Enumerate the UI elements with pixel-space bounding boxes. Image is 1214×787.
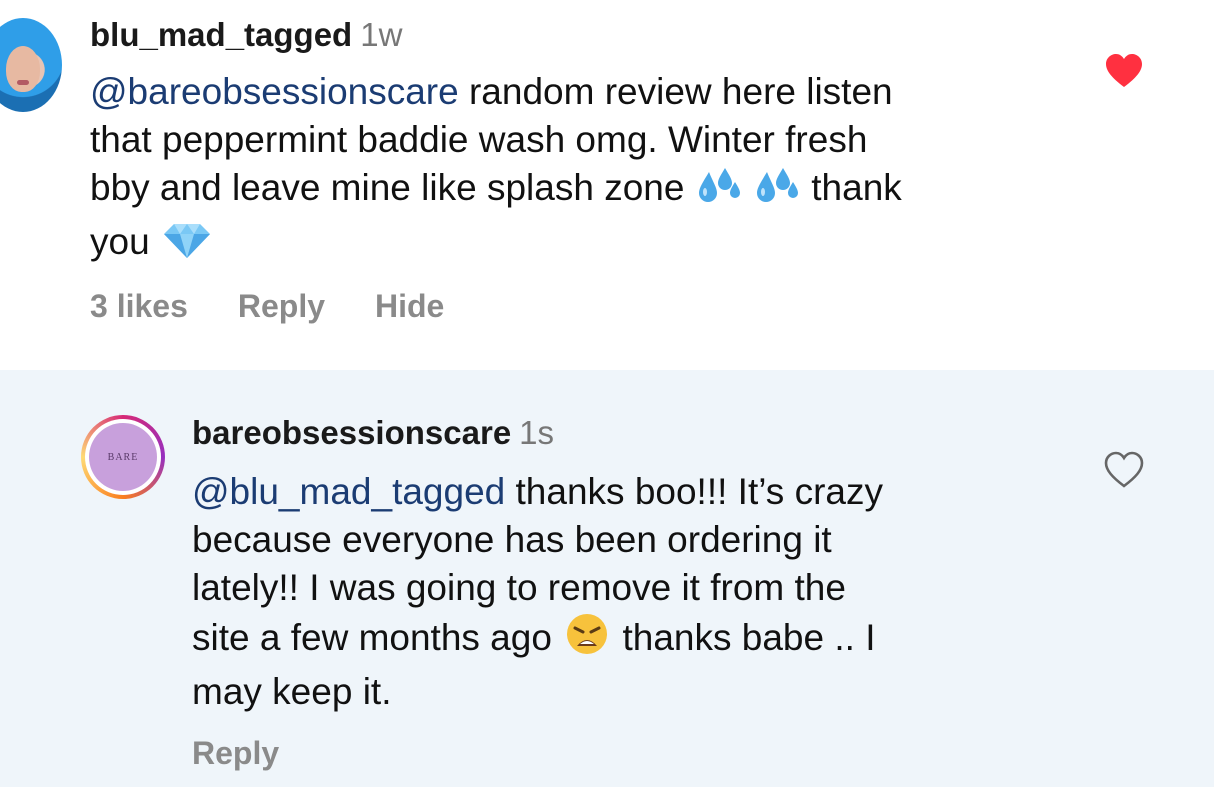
comment-line: site a few months ago thanks babe .. I: [192, 612, 1092, 668]
comment-text-segment: you: [90, 221, 160, 262]
comment-text-segment: thank: [800, 167, 902, 208]
comment-text-segment: bby and leave mine like splash zone: [90, 167, 695, 208]
avatar-ring-gap: BARE: [85, 419, 161, 495]
mention-link[interactable]: @blu_mad_tagged: [192, 471, 505, 512]
hide-button[interactable]: Hide: [375, 288, 444, 324]
timestamp: 1s: [519, 414, 555, 451]
weary-face-emoji: [562, 612, 612, 668]
comment-text-segment: thanks boo!!! It’s crazy: [505, 471, 883, 512]
gem-stone-emoji: [160, 220, 214, 272]
heart-filled-icon[interactable]: [1104, 52, 1144, 92]
comment-line: bby and leave mine like splash zone than…: [90, 164, 1090, 218]
mention-link[interactable]: @bareobsessionscare: [90, 71, 459, 112]
comment-line: because everyone has been ordering it: [192, 519, 832, 560]
sweat-droplets-emoji: [753, 166, 801, 218]
comment-text: @blu_mad_tagged thanks boo!!! It’s crazy…: [192, 468, 1092, 716]
comment-text-segment: random review here listen: [458, 71, 893, 112]
comment-actions: Reply: [192, 735, 329, 772]
comments-screen: blu_mad_tagged 1w @bareobsessionscare ran…: [0, 0, 1214, 787]
heart-outline-icon[interactable]: [1104, 451, 1144, 491]
avatar[interactable]: BARE: [81, 415, 165, 499]
comment-text-segment: thanks babe .. I: [612, 617, 876, 658]
username[interactable]: blu_mad_tagged: [90, 16, 352, 53]
comment-blu-mad-tagged: blu_mad_tagged 1w @bareobsessionscare ran…: [0, 0, 1214, 370]
comment-text-segment: site a few months ago: [192, 617, 563, 658]
timestamp: 1w: [360, 16, 403, 53]
reply-button[interactable]: Reply: [238, 288, 325, 324]
comment-text: @bareobsessionscare random review here l…: [90, 68, 1090, 272]
reply-button[interactable]: Reply: [192, 735, 279, 771]
sweat-droplets-emoji: [695, 166, 743, 218]
comment-header: blu_mad_tagged 1w: [90, 15, 402, 55]
comment-line: @bareobsessionscare random review here l…: [90, 68, 1090, 116]
comment-line: you: [90, 218, 1090, 272]
comment-actions: 3 likes Reply Hide: [90, 288, 494, 325]
avatar-logo: BARE: [89, 423, 157, 491]
comment-line: that peppermint baddie wash omg. Winter …: [90, 119, 868, 160]
avatar[interactable]: [0, 18, 62, 112]
avatar-face: [6, 46, 40, 92]
avatar-lips: [17, 80, 29, 85]
comment-line: lately!! I was going to remove it from t…: [192, 567, 846, 608]
comment-line: @blu_mad_tagged thanks boo!!! It’s crazy: [192, 468, 1092, 516]
likes-count[interactable]: 3 likes: [90, 288, 188, 324]
comment-header: bareobsessionscare 1s: [192, 413, 554, 453]
comment-line: may keep it.: [192, 671, 392, 712]
username[interactable]: bareobsessionscare: [192, 414, 511, 451]
